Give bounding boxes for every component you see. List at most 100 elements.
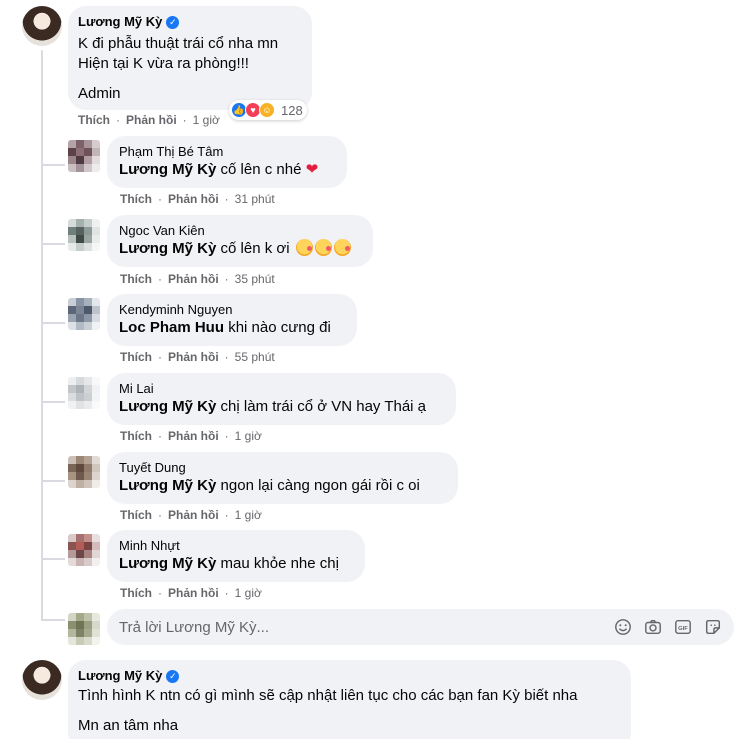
separator-dot: · bbox=[224, 429, 229, 443]
reply-author[interactable]: Mi Lai bbox=[119, 381, 444, 397]
comment-actions: Thích · Phản hồi · 1 giờ bbox=[78, 112, 220, 128]
heart-emoji-icon: ❤ bbox=[305, 161, 319, 178]
mention-link[interactable]: Lương Mỹ Kỳ bbox=[119, 398, 216, 415]
reaction-count: 128 bbox=[281, 102, 303, 118]
reply-text: Lương Mỹ Kỳ ngon lại càng ngon gái rồi c… bbox=[119, 476, 446, 496]
reply-body: chị làm trái cổ ở VN hay Thái ạ bbox=[220, 398, 427, 415]
separator-dot: · bbox=[158, 429, 162, 443]
avatar[interactable] bbox=[22, 660, 62, 700]
emoji-icon[interactable] bbox=[614, 618, 632, 636]
camera-icon[interactable] bbox=[644, 618, 662, 636]
avatar[interactable] bbox=[68, 140, 100, 172]
like-button[interactable]: Thích bbox=[120, 428, 152, 444]
author-name[interactable]: Lương Mỹ Kỳ bbox=[78, 14, 162, 30]
avatar[interactable] bbox=[68, 298, 100, 330]
avatar[interactable] bbox=[68, 534, 100, 566]
avatar[interactable] bbox=[22, 6, 62, 46]
mention-link[interactable]: Lương Mỹ Kỳ bbox=[119, 477, 216, 494]
avatar[interactable] bbox=[68, 219, 100, 251]
timestamp[interactable]: 1 giờ bbox=[193, 112, 220, 128]
verified-badge-icon: ✓ bbox=[166, 15, 180, 29]
reply-button[interactable]: Phản hồi bbox=[168, 191, 219, 207]
reply-actions: Thích · Phản hồi · 1 giờ bbox=[120, 507, 262, 523]
thread-branch bbox=[41, 619, 65, 621]
separator-dot: · bbox=[182, 113, 187, 127]
reply-body: cố lên c nhé bbox=[220, 161, 302, 178]
timestamp[interactable]: 55 phút bbox=[235, 349, 275, 365]
reply-body: mau khỏe nhe chị bbox=[220, 555, 339, 572]
sticker-icon[interactable] bbox=[704, 618, 722, 636]
thread-branch bbox=[41, 480, 65, 482]
reply-input-tools: GIF bbox=[614, 618, 722, 636]
reply-actions: Thích · Phản hồi · 1 giờ bbox=[120, 585, 262, 601]
mention-link[interactable]: Loc Pham Huu bbox=[119, 319, 224, 336]
thread-branch bbox=[41, 558, 65, 560]
reply-button[interactable]: Phản hồi bbox=[126, 112, 177, 128]
reply-button[interactable]: Phản hồi bbox=[168, 349, 219, 365]
reply-bubble: Ngoc Van Kiên Lương Mỹ Kỳ cố lên k ơi bbox=[107, 215, 373, 267]
thread-line bbox=[41, 50, 43, 620]
like-button[interactable]: Thích bbox=[120, 191, 152, 207]
reply-text: Loc Pham Huu khi nào cưng đi bbox=[119, 318, 345, 338]
mention-link[interactable]: Lương Mỹ Kỳ bbox=[119, 161, 216, 178]
reply-bubble: Kendyminh Nguyen Loc Pham Huu khi nào cư… bbox=[107, 294, 357, 346]
comment-bubble: Lương Mỹ Kỳ ✓ K đi phẫu thuật trái cổ nh… bbox=[68, 6, 312, 110]
reply-actions: Thích · Phản hồi · 35 phút bbox=[120, 271, 275, 287]
comment-line: Mn an tâm nha bbox=[78, 717, 179, 734]
separator-dot: · bbox=[224, 508, 229, 522]
author-name[interactable]: Lương Mỹ Kỳ bbox=[78, 668, 162, 684]
like-button[interactable]: Thích bbox=[120, 349, 152, 365]
reply-bubble: Minh Nhựt Lương Mỹ Kỳ mau khỏe nhe chị bbox=[107, 530, 365, 582]
reply-actions: Thích · Phản hồi · 31 phút bbox=[120, 191, 275, 207]
reply-input-placeholder[interactable]: Trả lời Lương Mỹ Kỳ... bbox=[119, 619, 614, 636]
reply-button[interactable]: Phản hồi bbox=[168, 585, 219, 601]
separator-dot: · bbox=[224, 350, 229, 364]
timestamp[interactable]: 31 phút bbox=[235, 191, 275, 207]
timestamp[interactable]: 1 giờ bbox=[235, 507, 262, 523]
comment-author[interactable]: Lương Mỹ Kỳ ✓ bbox=[78, 668, 621, 684]
reply-text: Lương Mỹ Kỳ cố lên c nhé ❤ bbox=[119, 160, 335, 180]
separator-dot: · bbox=[158, 192, 162, 206]
reply-bubble: Mi Lai Lương Mỹ Kỳ chị làm trái cổ ở VN … bbox=[107, 373, 456, 425]
reply-text: Lương Mỹ Kỳ chị làm trái cổ ở VN hay Thá… bbox=[119, 397, 444, 417]
reply-author[interactable]: Phạm Thị Bé Tâm bbox=[119, 144, 335, 160]
timestamp[interactable]: 35 phút bbox=[235, 271, 275, 287]
kissing-face-emoji-icon bbox=[333, 239, 351, 256]
reply-button[interactable]: Phản hồi bbox=[168, 271, 219, 287]
reply-input[interactable]: Trả lời Lương Mỹ Kỳ... GIF bbox=[107, 609, 734, 645]
reply-bubble: Tuyết Dung Lương Mỹ Kỳ ngon lại càng ngo… bbox=[107, 452, 458, 504]
care-reaction-icon: ☺ bbox=[259, 102, 275, 118]
reply-button[interactable]: Phản hồi bbox=[168, 428, 219, 444]
timestamp[interactable]: 1 giờ bbox=[235, 585, 262, 601]
separator-dot: · bbox=[158, 586, 162, 600]
reply-button[interactable]: Phản hồi bbox=[168, 507, 219, 523]
thread-branch bbox=[41, 322, 65, 324]
reply-author[interactable]: Minh Nhựt bbox=[119, 538, 353, 554]
comment-bubble: Lương Mỹ Kỳ ✓ Tình hình K ntn có gì mình… bbox=[68, 660, 631, 739]
mention-link[interactable]: Lương Mỹ Kỳ bbox=[119, 240, 216, 257]
like-button[interactable]: Thích bbox=[78, 112, 110, 128]
kissing-face-emoji-icon bbox=[314, 239, 332, 256]
reaction-summary[interactable]: 👍 ♥ ☺ 128 bbox=[229, 100, 307, 120]
avatar[interactable] bbox=[68, 377, 100, 409]
verified-badge-icon: ✓ bbox=[166, 669, 180, 683]
avatar[interactable] bbox=[68, 456, 100, 488]
reply-author[interactable]: Tuyết Dung bbox=[119, 460, 446, 476]
kissing-face-emoji-icon bbox=[295, 239, 313, 256]
like-button[interactable]: Thích bbox=[120, 585, 152, 601]
timestamp[interactable]: 1 giờ bbox=[235, 428, 262, 444]
reply-author[interactable]: Kendyminh Nguyen bbox=[119, 302, 345, 318]
separator-dot: · bbox=[116, 113, 120, 127]
separator-dot: · bbox=[224, 586, 229, 600]
like-button[interactable]: Thích bbox=[120, 507, 152, 523]
reply-bubble: Phạm Thị Bé Tâm Lương Mỹ Kỳ cố lên c nhé… bbox=[107, 136, 347, 188]
comment-author[interactable]: Lương Mỹ Kỳ ✓ bbox=[78, 14, 302, 30]
reply-author[interactable]: Ngoc Van Kiên bbox=[119, 223, 361, 239]
separator-dot: · bbox=[158, 508, 162, 522]
current-user-avatar[interactable] bbox=[68, 613, 100, 645]
reply-body: cố lên k ơi bbox=[220, 240, 290, 257]
like-button[interactable]: Thích bbox=[120, 271, 152, 287]
gif-icon[interactable]: GIF bbox=[674, 618, 692, 636]
mention-link[interactable]: Lương Mỹ Kỳ bbox=[119, 555, 216, 572]
comment-line: K đi phẫu thuật trái cổ nha mn bbox=[78, 35, 279, 52]
